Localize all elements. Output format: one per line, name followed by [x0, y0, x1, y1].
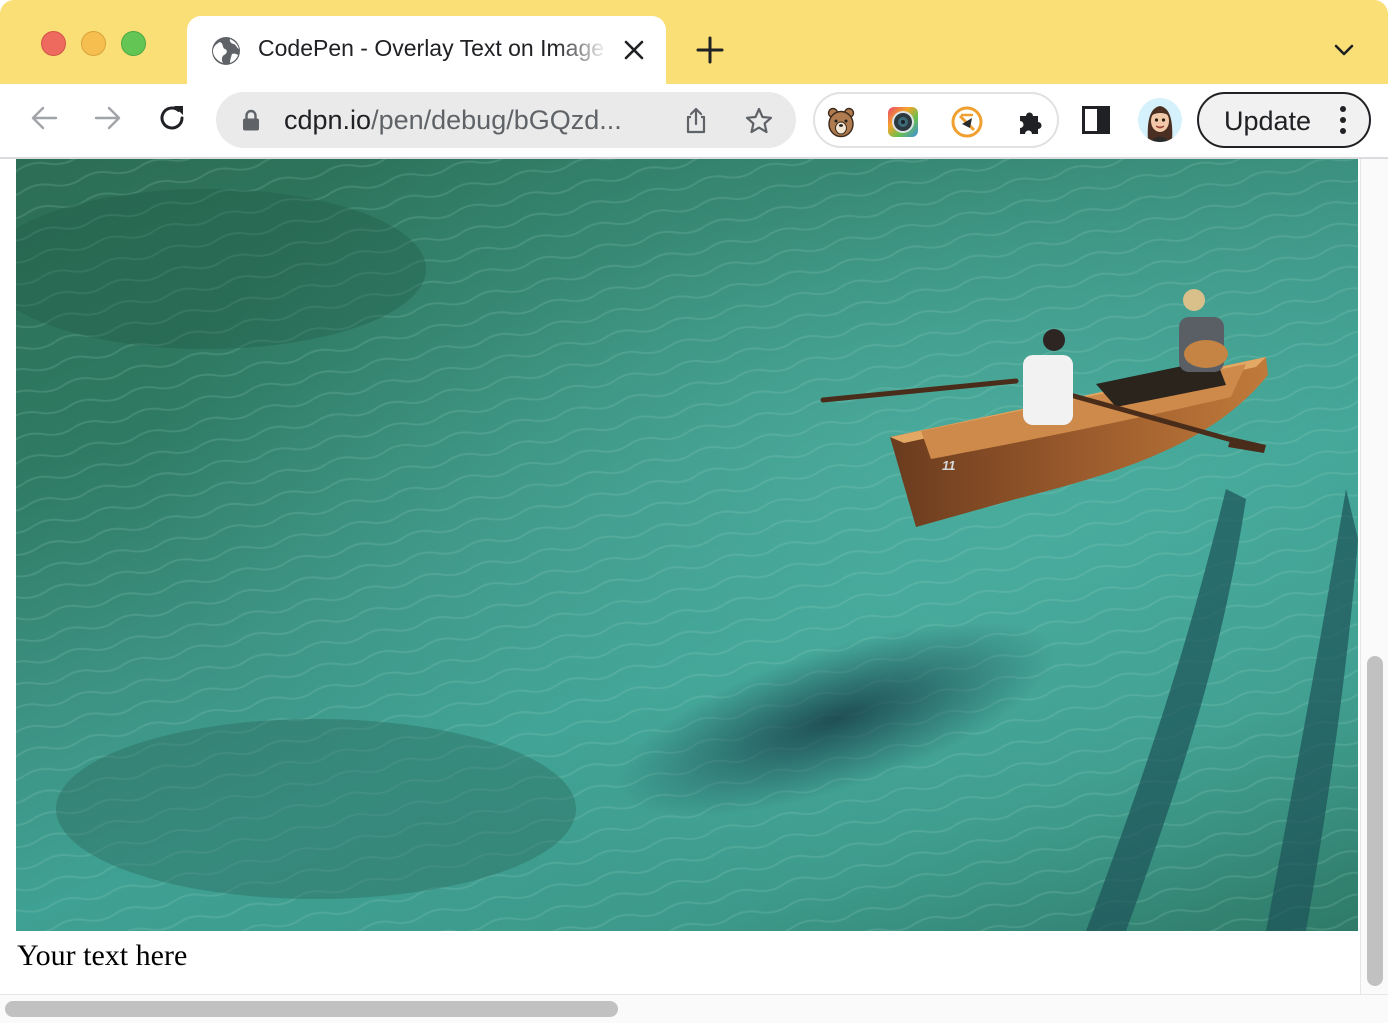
vertical-scrollbar[interactable]: [1360, 159, 1388, 994]
tab-active[interactable]: CodePen - Overlay Text on Image: [187, 16, 666, 84]
arrow-left-icon[interactable]: [28, 102, 60, 134]
window-close-button[interactable]: [41, 31, 66, 56]
lock-icon[interactable]: [242, 109, 260, 131]
globe-icon: [212, 37, 240, 65]
chevron-down-icon[interactable]: [1332, 40, 1356, 60]
bear-icon[interactable]: [825, 106, 857, 138]
update-label: Update: [1224, 106, 1312, 136]
overlay-caption: Your text here: [17, 939, 188, 972]
url-path: /pen/debug/bGQzd...: [371, 105, 622, 135]
puzzle-icon[interactable]: [1015, 106, 1047, 138]
update-button[interactable]: Update: [1197, 92, 1371, 148]
boat-number: 11: [942, 458, 956, 473]
plus-icon[interactable]: [696, 36, 724, 64]
lake-boat-image: 11: [16, 159, 1358, 931]
kebab-menu-icon[interactable]: [1339, 106, 1347, 136]
reload-icon[interactable]: [156, 102, 188, 134]
arrow-right-icon[interactable]: [92, 102, 124, 134]
colorful-camera-icon[interactable]: [887, 106, 919, 138]
close-icon[interactable]: [623, 39, 645, 61]
address-bar[interactable]: cdpn.io/pen/debug/bGQzd...: [216, 92, 796, 148]
vertical-scrollbar-thumb[interactable]: [1367, 656, 1383, 986]
title-bar: CodePen - Overlay Text on Image: [0, 0, 1388, 84]
star-icon[interactable]: [744, 106, 774, 136]
url-host: cdpn.io: [284, 105, 372, 135]
page-viewport: 11 Your text here: [0, 159, 1388, 1023]
extensions-group: [813, 92, 1059, 148]
horizontal-scrollbar-thumb[interactable]: [5, 1001, 618, 1017]
url-text[interactable]: cdpn.io/pen/debug/bGQzd...: [284, 105, 622, 136]
dark-water-patch: [56, 719, 576, 899]
photo-content: 11: [16, 159, 1358, 931]
share-icon[interactable]: [682, 106, 710, 134]
window-maximize-button[interactable]: [121, 31, 146, 56]
tab-title: CodePen - Overlay Text on Image: [258, 35, 605, 61]
orange-circle-icon[interactable]: [951, 106, 983, 138]
window-minimize-button[interactable]: [81, 31, 106, 56]
horizontal-scrollbar[interactable]: [0, 994, 1388, 1023]
avatar-icon: [1147, 106, 1173, 142]
side-panel-icon[interactable]: [1082, 106, 1110, 134]
browser-toolbar: cdpn.io/pen/debug/bGQzd... Update: [0, 84, 1388, 159]
profile-avatar[interactable]: [1138, 98, 1182, 142]
